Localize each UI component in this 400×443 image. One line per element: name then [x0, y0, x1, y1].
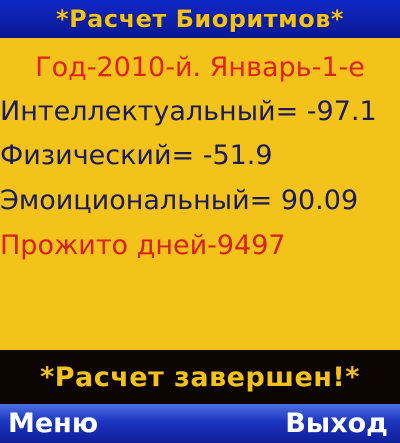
status-bar: *Расчет завершен!* [0, 350, 400, 404]
app-title: *Расчет Биоритмов* [56, 5, 344, 33]
menu-softkey[interactable]: Меню [8, 408, 98, 439]
results-panel: Год-2010-й. Январь-1-е Интеллектуальный=… [0, 38, 400, 350]
status-message: *Расчет завершен!* [40, 361, 360, 393]
days-lived-value: Прожито дней-9497 [0, 230, 286, 261]
title-bar: *Расчет Биоритмов* [0, 0, 400, 38]
physical-value: Физический= -51.9 [0, 140, 273, 171]
softkey-bar: Меню Выход [0, 404, 400, 443]
emotional-value: Эмоициональный= 90.09 [0, 185, 359, 216]
exit-softkey[interactable]: Выход [285, 408, 388, 439]
date-label: Год-2010-й. Январь-1-е [35, 52, 365, 83]
intellectual-value: Интеллектуальный= -97.1 [0, 96, 377, 127]
